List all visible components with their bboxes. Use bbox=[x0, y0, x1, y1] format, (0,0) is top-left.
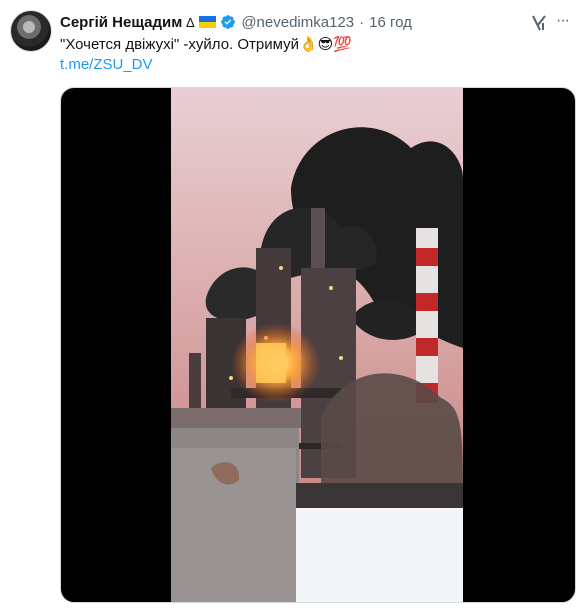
more-icon[interactable]: ··· bbox=[556, 12, 570, 30]
video-frame[interactable] bbox=[171, 88, 463, 602]
ukraine-flag-icon bbox=[199, 16, 217, 28]
tweet-link[interactable]: t.me/ZSU_DV bbox=[60, 55, 153, 75]
author-symbol: ∆ bbox=[186, 14, 195, 30]
author-name[interactable]: Сергій Нещадим bbox=[60, 14, 182, 31]
tweet[interactable]: Сергій Нещадим ∆ @nevedimka123 · 16 год … bbox=[0, 0, 582, 610]
separator-dot: · bbox=[359, 13, 365, 31]
tweet-media-video[interactable] bbox=[60, 87, 576, 603]
author-handle[interactable]: @nevedimka123 bbox=[241, 14, 354, 31]
verified-badge-icon bbox=[221, 15, 236, 29]
grok-icon[interactable] bbox=[529, 13, 549, 33]
avatar[interactable] bbox=[10, 10, 52, 52]
tweet-header: Сергій Нещадим ∆ @nevedimka123 · 16 год bbox=[60, 12, 412, 32]
tweet-timestamp[interactable]: 16 год bbox=[369, 14, 412, 31]
tweet-text: "Хочется двіжухі" -хуйло. Отримуй👌😎💯 bbox=[60, 36, 352, 53]
